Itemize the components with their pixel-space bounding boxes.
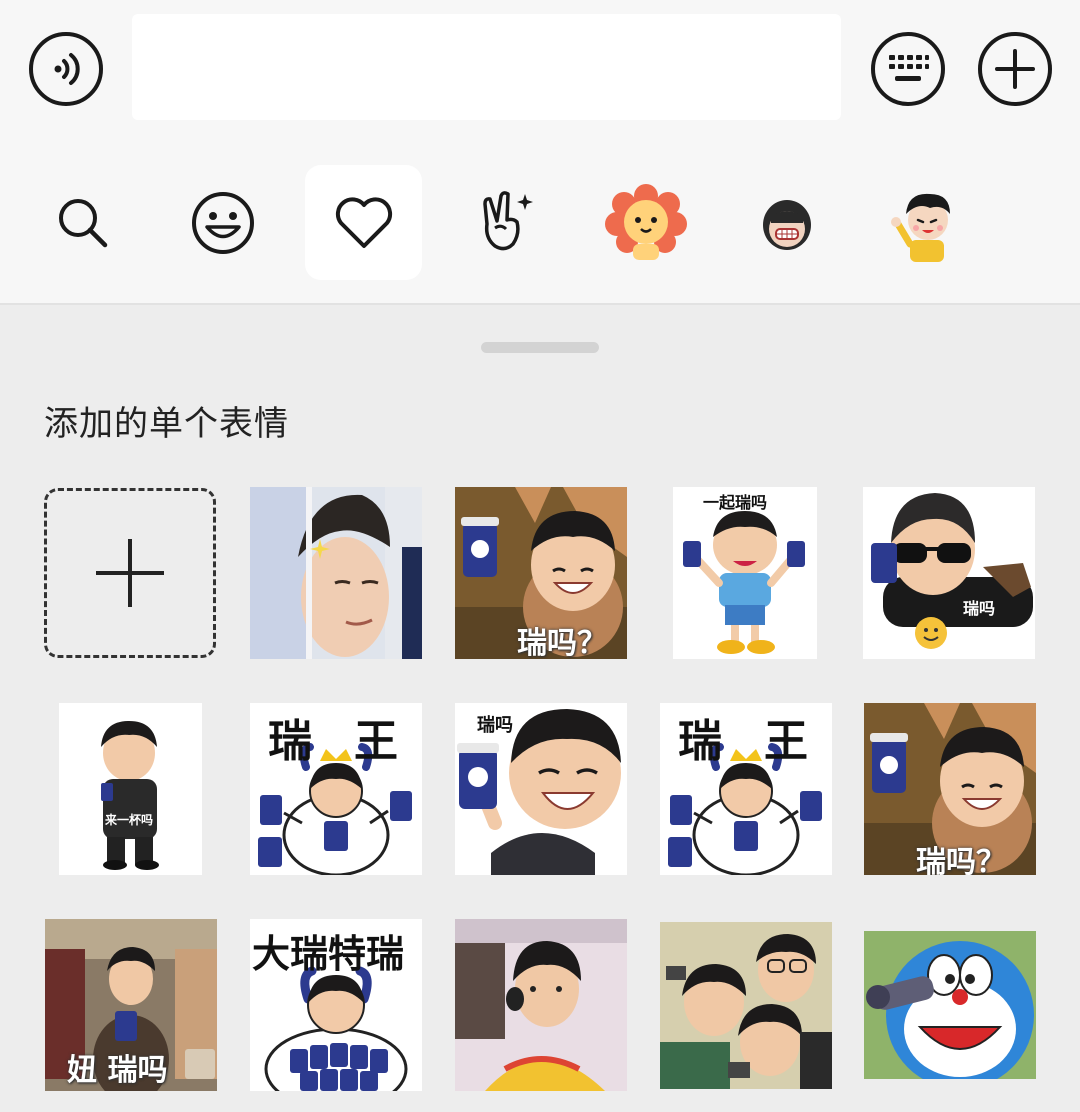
sticker-item[interactable]: 瑞 王 <box>660 703 832 875</box>
keyboard-icon[interactable] <box>871 32 945 106</box>
heart-icon[interactable] <box>305 165 422 280</box>
emoji-icon[interactable] <box>164 165 281 280</box>
sticker-item[interactable] <box>660 922 832 1089</box>
girl-sticker-icon[interactable] <box>728 165 845 280</box>
sticker-item[interactable]: 大瑞特瑞 <box>250 919 422 1091</box>
lion-sticker-icon[interactable] <box>587 165 704 280</box>
sticker-caption: 一起瑞吗 <box>703 493 768 512</box>
sticker-item[interactable]: 瑞吗？ <box>864 703 1036 875</box>
sticker-caption: 瑞吗 <box>477 715 513 736</box>
drag-handle[interactable] <box>481 342 599 353</box>
sticker-item[interactable]: 瑞吗 <box>455 703 627 875</box>
sticker-caption: 瑞吗 <box>963 599 996 618</box>
sticker-item[interactable] <box>864 931 1036 1079</box>
sticker-item[interactable] <box>455 919 627 1091</box>
search-icon[interactable] <box>24 165 141 280</box>
sticker-item[interactable]: 瑞吗？ <box>455 487 627 659</box>
sticker-item[interactable]: 瑞吗 <box>863 487 1035 659</box>
sticker-caption: 瑞 <box>268 716 312 767</box>
sticker-caption: 王 <box>354 716 398 767</box>
plus-icon[interactable] <box>978 32 1052 106</box>
sticker-item[interactable]: 来一杯吗 <box>59 703 202 875</box>
message-input[interactable] <box>132 14 841 120</box>
sticker-caption: 瑞吗？ <box>916 845 1006 875</box>
plus-icon <box>96 539 164 607</box>
sticker-item[interactable]: 妞 瑞吗 <box>45 919 217 1091</box>
boy-sticker-icon[interactable] <box>868 165 985 280</box>
hand-gesture-icon[interactable] <box>446 165 563 280</box>
sticker-item[interactable]: 一起瑞吗 <box>673 487 817 659</box>
voice-icon[interactable] <box>29 32 103 106</box>
sticker-item[interactable]: 瑞 王 <box>250 703 422 875</box>
sticker-item[interactable] <box>250 487 422 659</box>
sticker-caption: 王 <box>764 716 808 767</box>
add-sticker-button[interactable] <box>44 488 216 658</box>
sticker-caption: 瑞 <box>678 716 722 767</box>
sticker-caption: 来一杯吗 <box>105 813 154 827</box>
section-title: 添加的单个表情 <box>44 404 289 444</box>
sticker-caption: 瑞吗？ <box>517 626 607 659</box>
chat-input-bar <box>0 0 1080 305</box>
sticker-caption: 大瑞特瑞 <box>252 932 405 976</box>
sticker-caption: 妞 瑞吗 <box>67 1053 168 1088</box>
